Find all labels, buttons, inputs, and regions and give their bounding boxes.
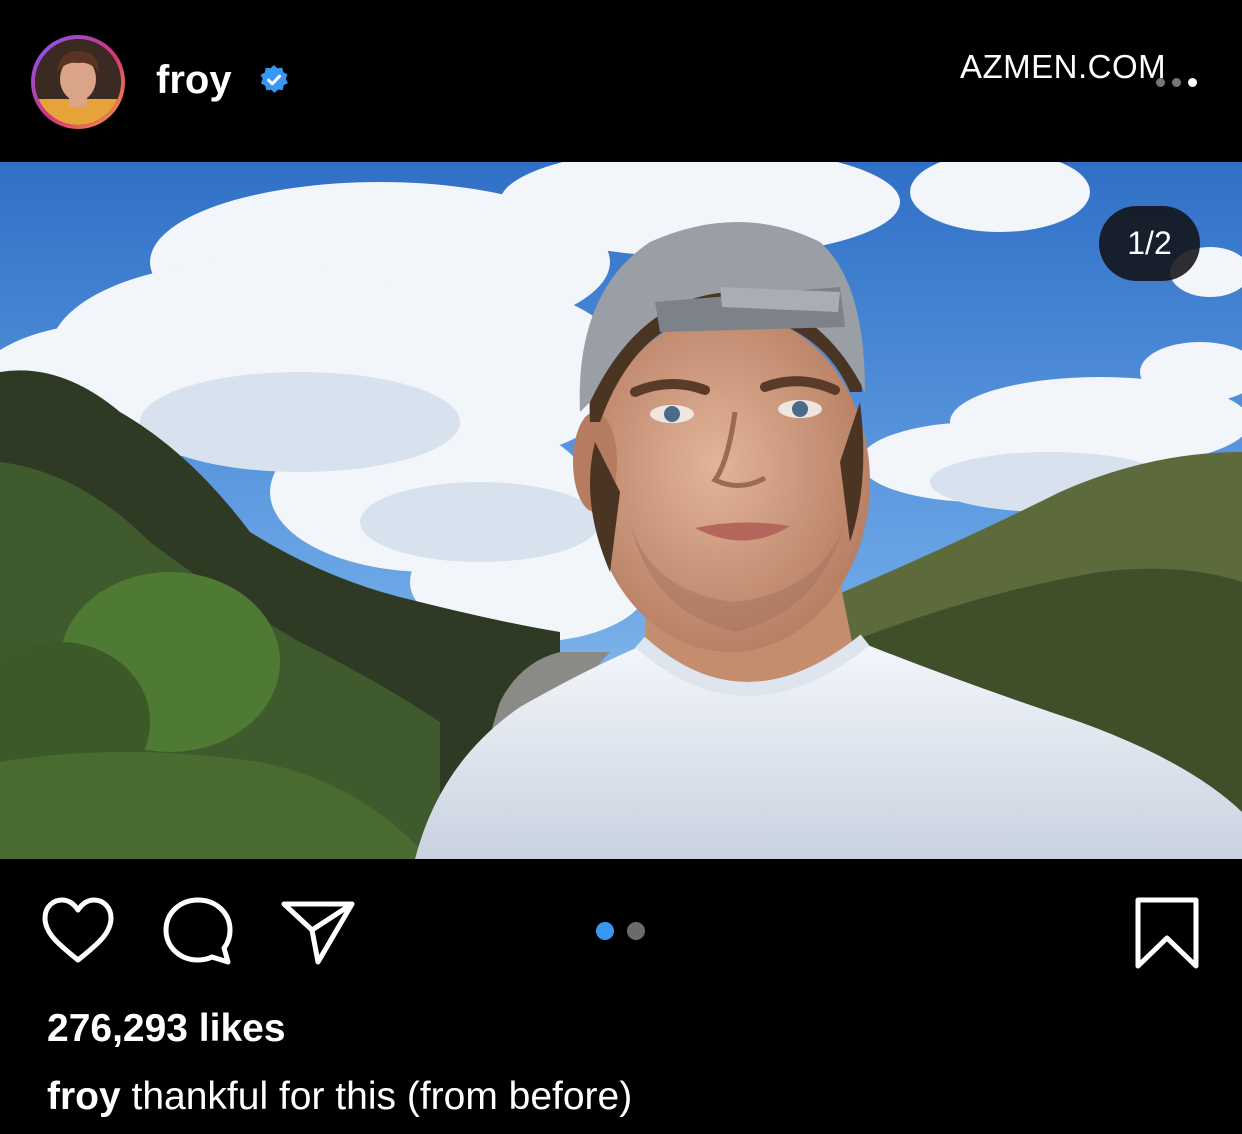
post-header: froy AZMEN.COM [0, 0, 1242, 162]
avatar[interactable] [35, 39, 121, 125]
heart-icon[interactable] [40, 894, 116, 970]
verified-badge-icon [260, 65, 288, 93]
caption-username[interactable]: froy [47, 1075, 121, 1118]
carousel-indicator [596, 922, 656, 940]
carousel-dot-active [596, 922, 614, 940]
caption: froy thankful for this (from before) [47, 1074, 632, 1120]
avatar-image [35, 39, 121, 125]
comment-bubble-icon[interactable] [160, 894, 236, 970]
carousel-dot [627, 922, 645, 940]
caption-text: thankful for this (from before) [120, 1075, 633, 1118]
instagram-post: froy AZMEN.COM 1/2 276,293 likes froy th… [0, 0, 1242, 1134]
story-ring[interactable] [31, 35, 125, 129]
bookmark-icon[interactable] [1130, 894, 1206, 970]
more-options-icon[interactable] [1154, 76, 1200, 90]
username[interactable]: froy [156, 56, 232, 104]
post-photo[interactable] [0, 162, 1242, 859]
image-counter-badge: 1/2 [1099, 206, 1200, 281]
send-paper-plane-icon[interactable] [280, 894, 356, 970]
likes-count[interactable]: 276,293 likes [47, 1006, 286, 1052]
watermark-text: AZMEN.COM [960, 48, 1167, 85]
selfie-photo-illustration [0, 162, 1242, 859]
